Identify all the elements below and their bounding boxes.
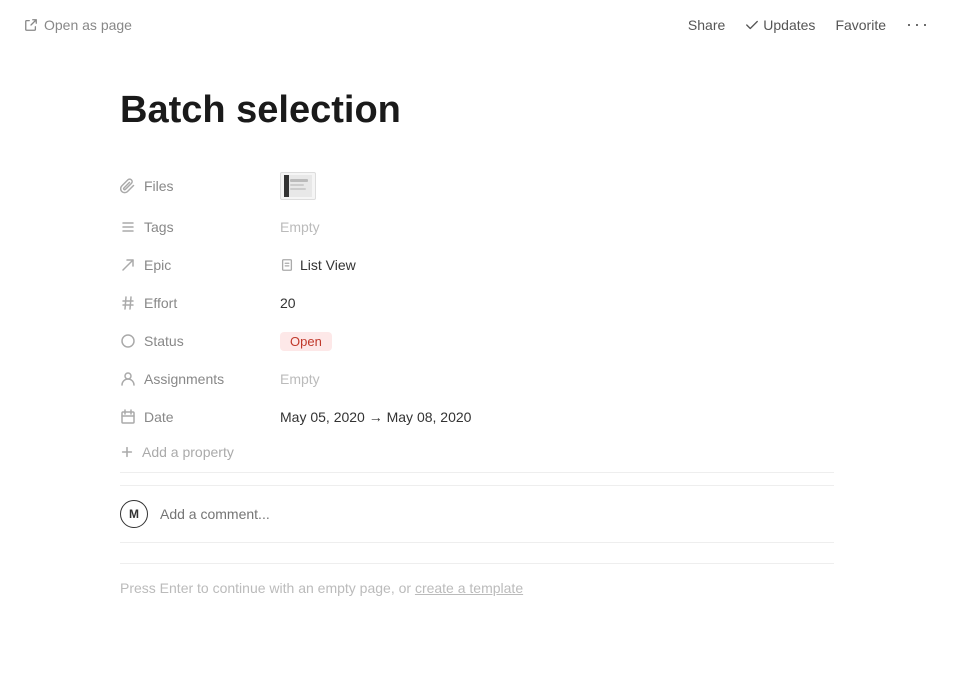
add-property-button[interactable]: Add a property — [120, 436, 834, 468]
divider — [120, 472, 834, 473]
calendar-icon — [120, 409, 136, 425]
share-button[interactable]: Share — [688, 17, 725, 33]
effort-label: Effort — [120, 295, 280, 311]
hash-icon — [120, 295, 136, 311]
date-label: Date — [120, 409, 280, 425]
footer-divider — [120, 542, 834, 543]
assignments-label: Assignments — [120, 371, 280, 387]
open-as-page-button[interactable]: Open as page — [24, 17, 132, 33]
open-as-page-label: Open as page — [44, 17, 132, 33]
create-template-link[interactable]: create a template — [415, 580, 523, 596]
topbar-actions: Share Updates Favorite ··· — [688, 14, 930, 35]
tags-label-text: Tags — [144, 219, 174, 235]
plus-icon — [120, 445, 134, 459]
property-row-tags: Tags Empty — [120, 208, 834, 246]
tags-value[interactable]: Empty — [280, 219, 834, 235]
assignments-label-text: Assignments — [144, 371, 224, 387]
doc-icon — [280, 258, 294, 272]
files-label: Files — [120, 178, 280, 194]
epic-value-text: List View — [300, 257, 356, 273]
arrow-up-right-icon — [120, 257, 136, 273]
paperclip-icon — [120, 178, 136, 194]
property-row-assignments: Assignments Empty — [120, 360, 834, 398]
date-label-text: Date — [144, 409, 174, 425]
file-thumbnail — [280, 172, 316, 200]
tags-label: Tags — [120, 219, 280, 235]
circle-icon — [120, 333, 136, 349]
list-icon — [120, 219, 136, 235]
checkmark-icon — [745, 18, 759, 32]
assignments-empty-text: Empty — [280, 371, 320, 387]
date-value-text: May 05, 2020 → May 08, 2020 — [280, 409, 471, 425]
footer-text: Press Enter to continue with an empty pa… — [120, 563, 834, 596]
property-row-status: Status Open — [120, 322, 834, 360]
person-icon — [120, 371, 136, 387]
status-badge: Open — [280, 332, 332, 351]
avatar: M — [120, 500, 148, 528]
epic-label-text: Epic — [144, 257, 171, 273]
date-value[interactable]: May 05, 2020 → May 08, 2020 — [280, 409, 834, 425]
property-row-effort: Effort 20 — [120, 284, 834, 322]
effort-value[interactable]: 20 — [280, 295, 834, 311]
updates-button[interactable]: Updates — [745, 17, 815, 33]
favorite-button[interactable]: Favorite — [835, 17, 886, 33]
files-label-text: Files — [144, 178, 174, 194]
epic-value[interactable]: List View — [280, 257, 834, 273]
status-label: Status — [120, 333, 280, 349]
page-title: Batch selection — [120, 89, 834, 132]
properties-section: Files — [120, 164, 834, 468]
open-page-icon — [24, 18, 38, 32]
updates-label: Updates — [763, 17, 815, 33]
main-content: Batch selection Files — [0, 49, 954, 636]
comment-input[interactable] — [160, 506, 834, 522]
files-value[interactable] — [280, 172, 834, 200]
more-button[interactable]: ··· — [906, 14, 930, 35]
status-label-text: Status — [144, 333, 184, 349]
status-value[interactable]: Open — [280, 332, 834, 351]
topbar: Open as page Share Updates Favorite ··· — [0, 0, 954, 49]
assignments-value[interactable]: Empty — [280, 371, 834, 387]
epic-label: Epic — [120, 257, 280, 273]
effort-value-text: 20 — [280, 295, 296, 311]
property-row-epic: Epic List View — [120, 246, 834, 284]
property-row-files: Files — [120, 164, 834, 208]
comment-section: M — [120, 485, 834, 528]
file-thumb-image — [284, 175, 312, 197]
footer-text-before: Press Enter to continue with an empty pa… — [120, 580, 415, 596]
effort-label-text: Effort — [144, 295, 177, 311]
tags-empty-text: Empty — [280, 219, 320, 235]
property-row-date: Date May 05, 2020 → May 08, 2020 — [120, 398, 834, 436]
add-property-label: Add a property — [142, 444, 234, 460]
